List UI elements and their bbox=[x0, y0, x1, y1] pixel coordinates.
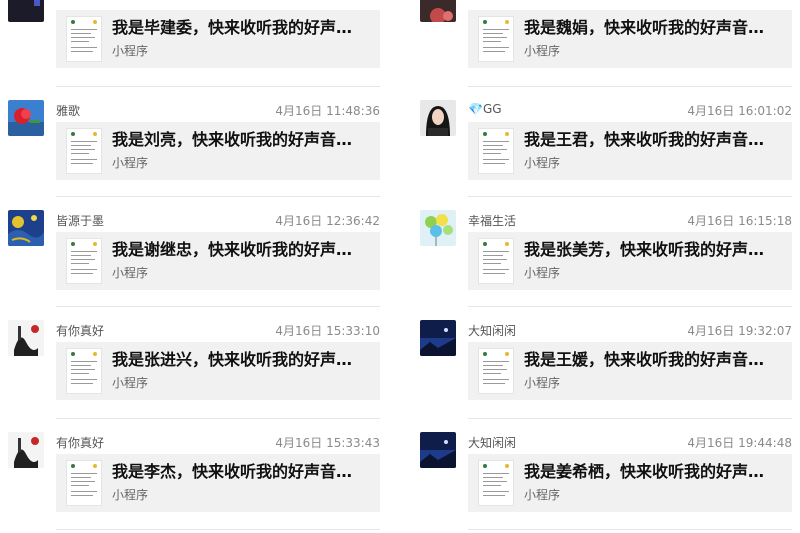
mini-program-label: 小程序 bbox=[112, 488, 149, 502]
night-sky-avatar-icon[interactable] bbox=[420, 320, 456, 356]
timestamp: 4月16日 12:36:42 bbox=[275, 214, 380, 228]
message-item: 有你真好 4月16日 15:33:43 我是李杰，快来收听我的好声音… 小程序 bbox=[0, 418, 390, 533]
mini-program-label: 小程序 bbox=[112, 44, 149, 58]
timestamp: 4月16日 16:01:02 bbox=[687, 104, 792, 118]
message-item: 我是毕建委，快来收听我的好声… 小程序 bbox=[0, 0, 390, 80]
mini-program-card[interactable]: 我是张美芳，快来收听我的好声… 小程序 bbox=[468, 232, 792, 290]
mini-program-thumbnail bbox=[478, 460, 514, 506]
mini-program-card[interactable]: 我是谢继忠，快来收听我的好声… 小程序 bbox=[56, 232, 380, 290]
divider bbox=[468, 529, 792, 530]
mini-program-card[interactable]: 我是王君，快来收听我的好声音… 小程序 bbox=[468, 122, 792, 180]
timestamp: 4月16日 15:33:43 bbox=[275, 436, 380, 450]
avatar-dark-icon[interactable] bbox=[8, 0, 44, 22]
mini-program-card[interactable]: 我是刘亮，快来收听我的好声音… 小程序 bbox=[56, 122, 380, 180]
message-item: 幸福生活 4月16日 16:15:18 我是张美芳，快来收听我的好声… 小程序 bbox=[412, 196, 800, 306]
sender-name: 有你真好 bbox=[56, 436, 105, 450]
mini-program-title: 我是姜希栖，快来收听我的好声… bbox=[524, 462, 765, 481]
sender-name: 幸福生活 bbox=[468, 214, 517, 228]
sender-name: 💎GG bbox=[468, 102, 502, 116]
mini-program-card[interactable]: 我是张进兴，快来收听我的好声… 小程序 bbox=[56, 342, 380, 400]
mini-program-title: 我是王君，快来收听我的好声音… bbox=[524, 130, 765, 149]
mini-program-card[interactable]: 我是姜希栖，快来收听我的好声… 小程序 bbox=[468, 454, 792, 512]
rose-avatar-icon[interactable] bbox=[8, 100, 44, 136]
message-item: 皆源于墨 4月16日 12:36:42 我是谢继忠，快来收听我的好声… 小程序 bbox=[0, 196, 390, 306]
ink-painting-avatar-icon[interactable] bbox=[8, 320, 44, 356]
mini-program-label: 小程序 bbox=[112, 376, 149, 390]
right-message-column: 我是魏娟，快来收听我的好声音… 小程序 💎GG 4月16日 16:01:02 我… bbox=[412, 0, 800, 533]
mini-program-label: 小程序 bbox=[524, 488, 561, 502]
mini-program-thumbnail bbox=[66, 16, 102, 62]
sender-name: 有你真好 bbox=[56, 324, 105, 338]
sender-name: 大知闲闲 bbox=[468, 324, 517, 338]
mini-program-thumbnail bbox=[478, 238, 514, 284]
timestamp: 4月16日 15:33:10 bbox=[275, 324, 380, 338]
mini-program-label: 小程序 bbox=[112, 156, 149, 170]
divider bbox=[56, 86, 380, 87]
timestamp: 4月16日 16:15:18 bbox=[687, 214, 792, 228]
timestamp: 4月16日 11:48:36 bbox=[275, 104, 380, 118]
timestamp: 4月16日 19:44:48 bbox=[687, 436, 792, 450]
night-sky-avatar-icon[interactable] bbox=[420, 432, 456, 468]
mini-program-label: 小程序 bbox=[524, 44, 561, 58]
divider bbox=[56, 196, 380, 197]
mini-program-thumbnail bbox=[66, 460, 102, 506]
avatar-partial-icon[interactable] bbox=[420, 0, 456, 22]
mini-program-card[interactable]: 我是魏娟，快来收听我的好声音… 小程序 bbox=[468, 10, 792, 68]
message-item: 大知闲闲 4月16日 19:44:48 我是姜希栖，快来收听我的好声… 小程序 bbox=[412, 418, 800, 533]
sender-name: 皆源于墨 bbox=[56, 214, 105, 228]
mini-program-thumbnail bbox=[66, 348, 102, 394]
mini-program-card[interactable]: 我是毕建委，快来收听我的好声… 小程序 bbox=[56, 10, 380, 68]
message-item: 大知闲闲 4月16日 19:32:07 我是王媛，快来收听我的好声音… 小程序 bbox=[412, 306, 800, 416]
starry-night-avatar-icon[interactable] bbox=[8, 210, 44, 246]
divider bbox=[56, 306, 380, 307]
mini-program-title: 我是李杰，快来收听我的好声音… bbox=[112, 462, 353, 481]
mini-program-card[interactable]: 我是王媛，快来收听我的好声音… 小程序 bbox=[468, 342, 792, 400]
mini-program-label: 小程序 bbox=[112, 266, 149, 280]
message-item: 雅歌 4月16日 11:48:36 我是刘亮，快来收听我的好声音… 小程序 bbox=[0, 86, 390, 196]
mini-program-thumbnail bbox=[478, 16, 514, 62]
mini-program-card[interactable]: 我是李杰，快来收听我的好声音… 小程序 bbox=[56, 454, 380, 512]
mini-program-title: 我是魏娟，快来收听我的好声音… bbox=[524, 18, 765, 37]
message-item: 💎GG 4月16日 16:01:02 我是王君，快来收听我的好声音… 小程序 bbox=[412, 86, 800, 196]
ink-painting-avatar-icon[interactable] bbox=[8, 432, 44, 468]
sender-name: 雅歌 bbox=[56, 104, 81, 118]
divider bbox=[56, 529, 380, 530]
mini-program-title: 我是刘亮，快来收听我的好声音… bbox=[112, 130, 353, 149]
mini-program-title: 我是谢继忠，快来收听我的好声… bbox=[112, 240, 353, 259]
left-message-column: 我是毕建委，快来收听我的好声… 小程序 雅歌 4月16日 11:48:36 我是… bbox=[0, 0, 390, 533]
mini-program-thumbnail bbox=[478, 128, 514, 174]
mini-program-label: 小程序 bbox=[524, 376, 561, 390]
mini-program-title: 我是毕建委，快来收听我的好声… bbox=[112, 18, 353, 37]
divider bbox=[468, 196, 792, 197]
mini-program-title: 我是张进兴，快来收听我的好声… bbox=[112, 350, 353, 369]
column-gap bbox=[400, 0, 412, 533]
divider bbox=[468, 418, 792, 419]
divider bbox=[56, 418, 380, 419]
message-item: 有你真好 4月16日 15:33:10 我是张进兴，快来收听我的好声… 小程序 bbox=[0, 306, 390, 416]
mini-program-label: 小程序 bbox=[524, 156, 561, 170]
mini-program-label: 小程序 bbox=[524, 266, 561, 280]
mini-program-thumbnail bbox=[66, 238, 102, 284]
portrait-avatar-icon[interactable] bbox=[420, 100, 456, 136]
divider bbox=[468, 306, 792, 307]
balloons-avatar-icon[interactable] bbox=[420, 210, 456, 246]
sender-name: 大知闲闲 bbox=[468, 436, 517, 450]
mini-program-thumbnail bbox=[66, 128, 102, 174]
mini-program-thumbnail bbox=[478, 348, 514, 394]
mini-program-title: 我是王媛，快来收听我的好声音… bbox=[524, 350, 765, 369]
divider bbox=[468, 86, 792, 87]
mini-program-title: 我是张美芳，快来收听我的好声… bbox=[524, 240, 765, 259]
timestamp: 4月16日 19:32:07 bbox=[687, 324, 792, 338]
message-item: 我是魏娟，快来收听我的好声音… 小程序 bbox=[412, 0, 800, 80]
